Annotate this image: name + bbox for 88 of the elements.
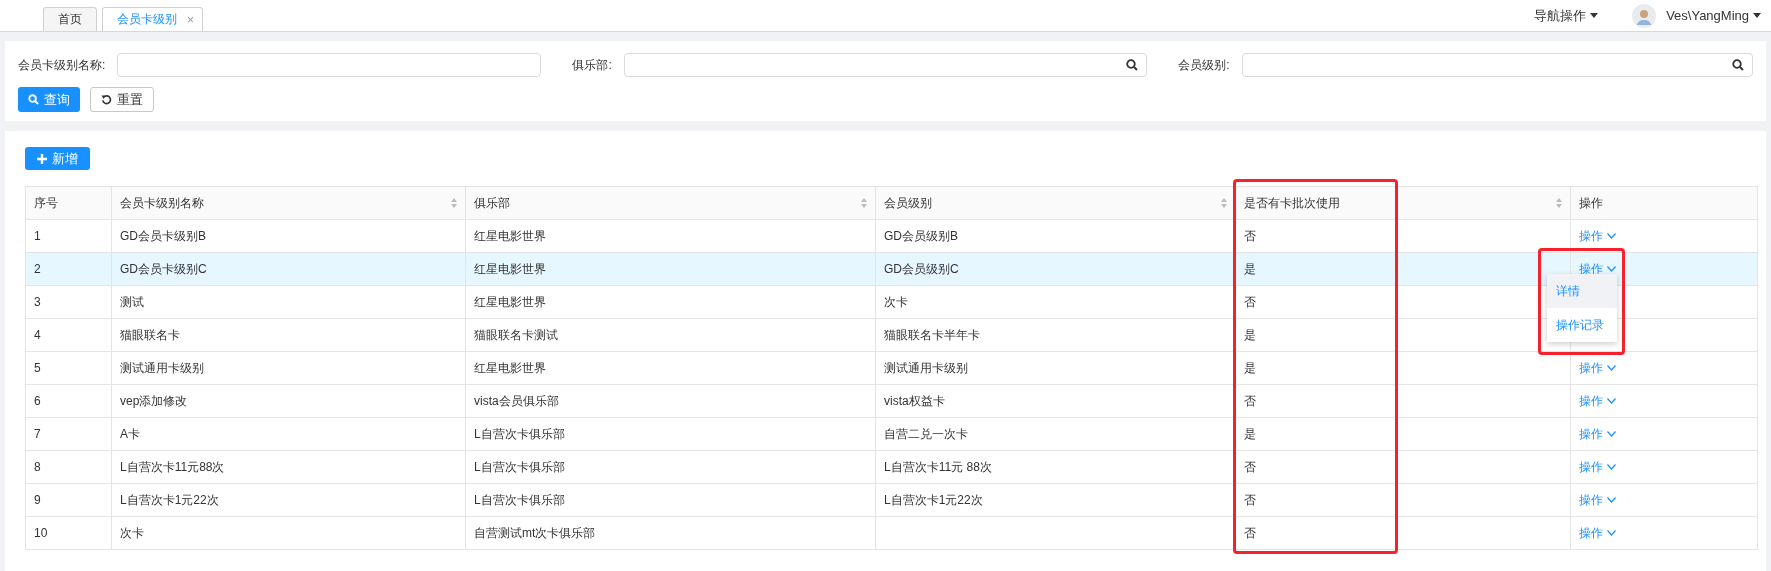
chevron-icon: [1607, 266, 1616, 272]
field-label: 会员卡级别名称:: [18, 56, 106, 74]
caret-icon: [1590, 13, 1599, 18]
table-cell: 10: [25, 516, 112, 550]
action-link[interactable]: 操作: [1579, 491, 1616, 509]
user-menu[interactable]: Ves\YangMing: [1666, 8, 1749, 23]
page-tab[interactable]: 会员卡级别 ×: [102, 7, 203, 31]
table-cell: L自营次卡俱乐部: [465, 450, 876, 484]
chevron-icon: [1607, 464, 1616, 470]
column-header[interactable]: 会员级别: [875, 186, 1236, 220]
column-header: 序号: [25, 186, 112, 220]
page-tab[interactable]: 首页: [43, 7, 97, 31]
table-cell: GD会员卡级别C: [111, 252, 466, 286]
table-cell: L自营次卡俱乐部: [465, 417, 876, 451]
table-cell: 红星电影世界: [465, 252, 876, 286]
table-cell: 5: [25, 351, 112, 385]
column-header[interactable]: 俱乐部: [465, 186, 876, 220]
chevron-icon: [1607, 398, 1616, 404]
sort-icon[interactable]: [861, 198, 867, 208]
table-cell: 自营测试mt次卡俱乐部: [465, 516, 876, 550]
add-button[interactable]: 新增: [25, 147, 90, 170]
column-header[interactable]: 是否有卡批次使用: [1235, 186, 1571, 220]
tab-label: 会员卡级别: [117, 11, 177, 28]
table-cell: L自营次卡1元22次: [111, 483, 466, 517]
action-link[interactable]: 操作: [1579, 425, 1616, 443]
avatar-icon[interactable]: [1632, 3, 1657, 28]
chevron-icon: [1607, 233, 1616, 239]
table-cell: 2: [25, 252, 112, 286]
table-cell: 是: [1235, 417, 1571, 451]
table-cell: 猫眼联名卡测试: [465, 318, 876, 352]
chevron-icon: [1607, 365, 1616, 371]
table-cell: 3: [25, 285, 112, 319]
nav-menu[interactable]: 导航操作: [1534, 6, 1587, 25]
table-cell: A卡: [111, 417, 466, 451]
sort-icon[interactable]: [1221, 198, 1227, 208]
table-cell: 次卡: [111, 516, 466, 550]
table-cell: 红星电影世界: [465, 351, 876, 385]
close-icon[interactable]: ×: [187, 12, 194, 27]
reset-icon: [101, 94, 112, 105]
table-cell: L自营次卡俱乐部: [465, 483, 876, 517]
sort-icon[interactable]: [1556, 198, 1562, 208]
table-cell: 测试通用卡级别: [111, 351, 466, 385]
column-header: 操作: [1570, 186, 1758, 220]
sort-icon[interactable]: [451, 198, 457, 208]
action-link[interactable]: 操作: [1579, 524, 1616, 542]
table-cell: 否: [1235, 384, 1571, 418]
reset-button[interactable]: 重置: [90, 87, 154, 112]
chevron-icon: [1607, 431, 1616, 437]
menu-item[interactable]: 操作记录: [1547, 308, 1617, 342]
caret-icon: [1753, 13, 1761, 18]
table-cell: vista会员俱乐部: [465, 384, 876, 418]
table-cell: 9: [25, 483, 112, 517]
tab-label: 首页: [58, 11, 82, 28]
field-label: 俱乐部:: [572, 56, 612, 74]
table-cell: 红星电影世界: [465, 285, 876, 319]
table-cell: GD会员卡级别B: [111, 219, 466, 253]
field-label: 会员级别:: [1178, 56, 1230, 74]
action-link[interactable]: 操作: [1579, 227, 1616, 245]
input-field[interactable]: [117, 53, 542, 77]
search-button[interactable]: 查询: [18, 87, 80, 112]
column-header[interactable]: 会员卡级别名称: [111, 186, 466, 220]
plus-icon: [37, 153, 47, 164]
table-cell: L自营次卡11元88次: [111, 450, 466, 484]
table-cell: 否: [1235, 219, 1571, 253]
table-cell: vep添加修改: [111, 384, 466, 418]
table-cell: 7: [25, 417, 112, 451]
chevron-icon: [1607, 530, 1616, 536]
search-icon: [1126, 59, 1139, 71]
table-cell: 红星电影世界: [465, 219, 876, 253]
action-link[interactable]: 操作: [1579, 392, 1616, 410]
table-cell: 否: [1235, 516, 1571, 550]
table-cell: 否: [1235, 450, 1571, 484]
input-field[interactable]: [1241, 53, 1753, 77]
table-cell: 否: [1235, 483, 1571, 517]
table-cell: 测试: [111, 285, 466, 319]
action-link[interactable]: 操作: [1579, 359, 1616, 377]
action-link[interactable]: 操作: [1579, 458, 1616, 476]
menu-item[interactable]: 详情: [1547, 274, 1617, 308]
table-cell: 猫眼联名卡: [111, 318, 466, 352]
chevron-icon: [1607, 497, 1616, 503]
table-cell: 8: [25, 450, 112, 484]
table-cell: GD会员级别C: [875, 252, 1236, 286]
search-icon: [28, 94, 39, 105]
table-cell: 4: [25, 318, 112, 352]
search-icon: [1732, 59, 1744, 71]
table-cell: 6: [25, 384, 112, 418]
input-field[interactable]: [623, 53, 1148, 77]
table-cell: 1: [25, 219, 112, 253]
